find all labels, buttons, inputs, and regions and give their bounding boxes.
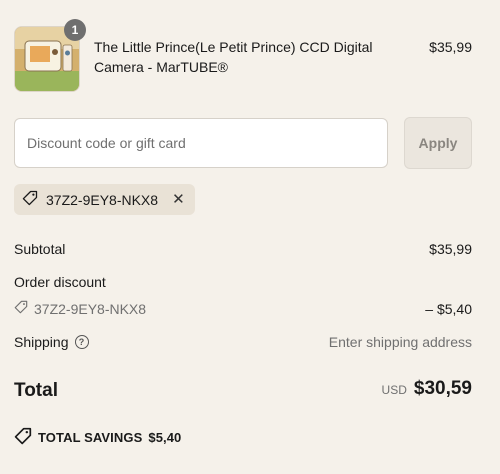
product-title: The Little Prince(Le Petit Prince) CCD D… bbox=[94, 39, 373, 75]
product-price: $35,99 bbox=[429, 39, 472, 55]
quantity-badge: 1 bbox=[64, 19, 86, 41]
subtotal-value: $35,99 bbox=[429, 241, 472, 257]
line-item: 1 The Little Prince(Le Petit Prince) CCD… bbox=[14, 19, 472, 92]
apply-button[interactable]: Apply bbox=[404, 117, 472, 169]
shipping-row: Shipping ? Enter shipping address bbox=[14, 332, 472, 352]
tag-icon bbox=[22, 190, 38, 209]
subtotal-row: Subtotal $35,99 bbox=[14, 239, 472, 259]
subtotal-label: Subtotal bbox=[14, 241, 66, 257]
order-discount-row: Order discount bbox=[14, 272, 472, 292]
discount-amount: – $5,40 bbox=[425, 301, 472, 317]
order-discount-label: Order discount bbox=[14, 274, 106, 290]
applied-code-label: 37Z2-9EY8-NKX8 bbox=[46, 191, 159, 208]
discount-code-row: 37Z2-9EY8-NKX8 – $5,40 bbox=[14, 299, 472, 319]
shipping-value: Enter shipping address bbox=[328, 334, 472, 350]
close-icon[interactable]: ✕ bbox=[172, 192, 185, 207]
savings-label: TOTAL SAVINGS bbox=[38, 430, 143, 445]
discount-code-label: 37Z2-9EY8-NKX8 bbox=[34, 301, 147, 317]
shipping-label: Shipping bbox=[14, 334, 69, 350]
total-label: Total bbox=[14, 380, 58, 401]
total-savings: TOTAL SAVINGS $5,40 bbox=[14, 427, 181, 448]
applied-discount-chip: 37Z2-9EY8-NKX8 ✕ bbox=[14, 184, 195, 215]
savings-value: $5,40 bbox=[148, 430, 182, 445]
total-amount: $30,59 bbox=[413, 378, 472, 399]
help-icon[interactable]: ? bbox=[74, 335, 89, 349]
total-row: Total USD $30,59 bbox=[14, 378, 472, 404]
tag-icon bbox=[14, 299, 28, 319]
tag-icon bbox=[14, 427, 32, 448]
currency-code: USD bbox=[381, 383, 407, 397]
discount-code-input[interactable] bbox=[14, 118, 388, 168]
